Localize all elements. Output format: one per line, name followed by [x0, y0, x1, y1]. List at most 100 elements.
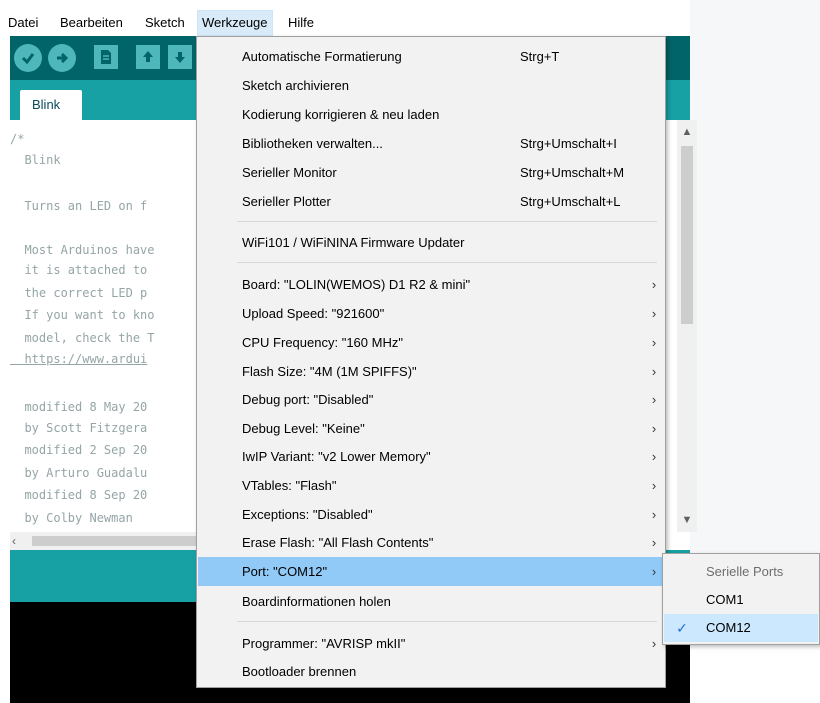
menu-item-serial-plotter[interactable]: Serieller Plotter Strg+Umschalt+L — [198, 187, 664, 216]
vertical-scrollbar[interactable]: ▲ ▼ — [677, 120, 697, 532]
menu-item-label: IwIP Variant: "v2 Lower Memory" — [242, 449, 431, 464]
menu-item-upload-speed[interactable]: Upload Speed: "921600" › — [198, 299, 664, 328]
chevron-right-icon: › — [651, 535, 657, 550]
menu-item-firmware-updater[interactable]: WiFi101 / WiFiNINA Firmware Updater — [198, 228, 664, 257]
werkzeuge-dropdown: Automatische Formatierung Strg+T Sketch … — [196, 36, 666, 688]
menu-item-lwip-variant[interactable]: IwIP Variant: "v2 Lower Memory" › — [198, 442, 664, 471]
chevron-right-icon: › — [651, 335, 657, 350]
upload-button[interactable] — [48, 44, 76, 72]
menu-bearbeiten[interactable]: Bearbeiten — [56, 10, 127, 36]
menu-item-erase-flash[interactable]: Erase Flash: "All Flash Contents" › — [198, 528, 664, 557]
menu-item-fix-encoding[interactable]: Kodierung korrigieren & neu laden — [198, 100, 664, 129]
menu-datei[interactable]: Datei — [4, 10, 42, 36]
menu-item-label: Bootloader brennen — [242, 664, 357, 679]
scroll-up-icon[interactable]: ▲ — [677, 122, 697, 142]
checkmark-icon: ✓ — [676, 620, 688, 636]
menu-item-label: Serieller Plotter — [242, 194, 331, 209]
menu-item-port[interactable]: Port: "COM12" › — [198, 557, 664, 586]
port-option-com1[interactable]: COM1 — [664, 586, 818, 614]
menu-separator — [237, 621, 657, 622]
menu-item-label: Serieller Monitor — [242, 165, 337, 180]
menu-item-label: Erase Flash: "All Flash Contents" — [242, 535, 434, 550]
chevron-right-icon: › — [651, 364, 657, 379]
vertical-scroll-thumb[interactable] — [681, 146, 693, 324]
horizontal-scrollbar[interactable]: ‹ — [10, 532, 210, 550]
menu-item-label: Debug port: "Disabled" — [242, 392, 374, 407]
scroll-left-icon[interactable]: ‹ — [12, 532, 26, 550]
open-button[interactable] — [136, 45, 160, 69]
chevron-right-icon: › — [651, 449, 657, 464]
menu-item-label: Sketch archivieren — [242, 78, 349, 93]
menu-werkzeuge[interactable]: Werkzeuge — [197, 10, 273, 36]
code-line: Blink — [10, 153, 61, 167]
chevron-right-icon: › — [651, 507, 657, 522]
menu-item-label: Kodierung korrigieren & neu laden — [242, 107, 440, 122]
code-line: by Arturo Guadalu — [10, 466, 148, 480]
menu-item-burn-bootloader[interactable]: Bootloader brennen — [198, 657, 664, 686]
upload-icon — [57, 52, 69, 64]
menu-item-board[interactable]: Board: "LOLIN(WEMOS) D1 R2 & mini" › — [198, 270, 664, 299]
code-line: model, check the T — [10, 331, 155, 345]
menu-item-shortcut: Strg+Umschalt+M — [520, 165, 625, 180]
menu-separator — [237, 262, 657, 263]
menu-item-cpu-frequency[interactable]: CPU Frequency: "160 MHz" › — [198, 328, 664, 357]
menu-bar: Datei Bearbeiten Sketch Werkzeuge Hilfe — [8, 10, 690, 36]
code-line: Turns an LED on f — [10, 199, 148, 213]
save-icon — [175, 52, 185, 63]
code-line: by Scott Fitzgera — [10, 421, 148, 435]
port-option-label: COM12 — [706, 620, 751, 635]
code-line: Most Arduinos have — [10, 243, 155, 257]
new-icon — [101, 50, 111, 64]
new-button[interactable] — [94, 45, 118, 69]
menu-sketch[interactable]: Sketch — [141, 10, 189, 36]
code-line: modified 8 May 20 — [10, 400, 148, 414]
menu-item-label: CPU Frequency: "160 MHz" — [242, 335, 403, 350]
menu-hilfe[interactable]: Hilfe — [284, 10, 318, 36]
desktop-background — [690, 0, 820, 553]
menu-separator — [237, 221, 657, 222]
menu-item-label: Exceptions: "Disabled" — [242, 507, 373, 522]
port-submenu: Serielle Ports COM1 ✓ COM12 — [662, 553, 820, 645]
menu-item-programmer[interactable]: Programmer: "AVRISP mkII" › — [198, 629, 664, 658]
verify-button[interactable] — [14, 44, 42, 72]
menu-item-label: Upload Speed: "921600" — [242, 306, 385, 321]
chevron-right-icon: › — [651, 392, 657, 407]
port-option-label: COM1 — [706, 592, 744, 607]
chevron-right-icon: › — [651, 277, 657, 292]
menu-item-board-info[interactable]: Boardinformationen holen — [198, 587, 664, 616]
menu-item-shortcut: Strg+T — [520, 49, 560, 64]
menu-item-label: VTables: "Flash" — [242, 478, 337, 493]
menu-item-label: WiFi101 / WiFiNINA Firmware Updater — [242, 235, 465, 250]
save-button[interactable] — [168, 45, 192, 69]
menu-item-label: Port: "COM12" — [242, 564, 328, 579]
scroll-down-icon[interactable]: ▼ — [677, 510, 697, 530]
horizontal-scroll-thumb[interactable] — [32, 536, 210, 546]
menu-item-label: Boardinformationen holen — [242, 594, 391, 609]
tab-blink[interactable]: Blink — [20, 90, 82, 120]
menu-item-label: Board: "LOLIN(WEMOS) D1 R2 & mini" — [242, 277, 471, 292]
chevron-right-icon: › — [651, 478, 657, 493]
code-line: /* — [10, 132, 25, 146]
menu-item-label: Flash Size: "4M (1M SPIFFS)" — [242, 364, 417, 379]
submenu-header-label: Serielle Ports — [706, 564, 784, 579]
code-link[interactable]: https://www.ardui — [10, 350, 147, 368]
menu-item-label: Debug Level: "Keine" — [242, 421, 365, 436]
chevron-right-icon: › — [651, 636, 657, 651]
menu-item-debug-port[interactable]: Debug port: "Disabled" › — [198, 385, 664, 414]
port-option-com12[interactable]: ✓ COM12 — [664, 614, 818, 642]
chevron-right-icon: › — [651, 564, 657, 579]
menu-item-label: Automatische Formatierung — [242, 49, 402, 64]
menu-item-debug-level[interactable]: Debug Level: "Keine" › — [198, 414, 664, 443]
chevron-right-icon: › — [651, 421, 657, 436]
menu-item-flash-size[interactable]: Flash Size: "4M (1M SPIFFS)" › — [198, 357, 664, 386]
code-line: modified 8 Sep 20 — [10, 488, 148, 502]
menu-item-exceptions[interactable]: Exceptions: "Disabled" › — [198, 500, 664, 529]
menu-item-serial-monitor[interactable]: Serieller Monitor Strg+Umschalt+M — [198, 158, 664, 187]
menu-item-label: Programmer: "AVRISP mkII" — [242, 636, 406, 651]
menu-item-auto-format[interactable]: Automatische Formatierung Strg+T — [198, 42, 664, 71]
menu-item-label: Bibliotheken verwalten... — [242, 136, 383, 151]
menu-item-archive-sketch[interactable]: Sketch archivieren — [198, 71, 664, 100]
menu-item-shortcut: Strg+Umschalt+I — [520, 136, 617, 151]
menu-item-manage-libraries[interactable]: Bibliotheken verwalten... Strg+Umschalt+… — [198, 129, 664, 158]
menu-item-vtables[interactable]: VTables: "Flash" › — [198, 471, 664, 500]
